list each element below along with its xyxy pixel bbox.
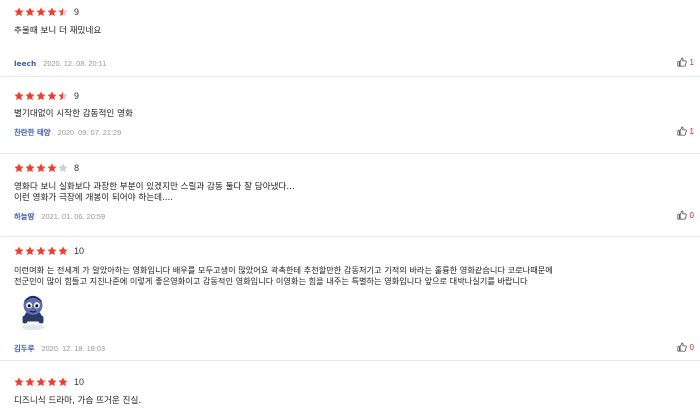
star-icon: [58, 91, 68, 101]
thumbs-up-icon: [677, 126, 687, 136]
review-meta: 찬란한 태양 2020. 09. 07. 21:29: [14, 127, 121, 138]
star-rating: [14, 377, 69, 387]
review-item: 9 추울때 보니 더 재밌네요 leech 2020. 12. 08. 20:1…: [0, 6, 700, 77]
thumbs-up-icon: [677, 342, 687, 352]
review-item: 10 디즈니식 드라마, 가슴 뜨거운 진실.: [0, 376, 700, 410]
review-text: 별기대없이 시작한 감동적인 영화: [14, 109, 133, 119]
star-icon: [14, 377, 24, 387]
star-icon: [58, 377, 68, 387]
star-icon: [14, 91, 24, 101]
username-link[interactable]: 김두루: [14, 343, 34, 354]
star-icon: [36, 246, 46, 256]
star-icon: [47, 163, 57, 173]
review-meta: leech 2020. 12. 08. 20:11: [14, 59, 106, 68]
star-rating: [14, 163, 69, 173]
rating-score: 9: [74, 7, 80, 17]
star-icon: [47, 7, 57, 17]
rating: 9: [14, 90, 700, 102]
character-sticker: [14, 293, 52, 331]
rating-score: 10: [74, 377, 85, 387]
star-icon: [36, 163, 46, 173]
like-count: 0: [689, 210, 694, 220]
review-list: 9 추울때 보니 더 재밌네요 leech 2020. 12. 08. 20:1…: [0, 0, 700, 410]
like-count: 0: [689, 342, 694, 352]
rating-score: 8: [74, 163, 80, 173]
review-date: 2020. 09. 07. 21:29: [57, 128, 122, 137]
rating: 10: [14, 376, 700, 388]
star-rating: [14, 91, 69, 101]
review-item: 10 이런여화 는 전세계 가 알았아하는 영화입니다 배우를 모두고생이 많았…: [0, 245, 700, 361]
review-text: 디즈니식 드라마, 가슴 뜨거운 진실.: [14, 396, 142, 406]
star-icon: [25, 163, 35, 173]
star-icon: [58, 163, 68, 173]
review-text: 추울때 보니 더 재밌네요: [14, 26, 102, 36]
star-icon: [58, 246, 68, 256]
rating-score: 10: [74, 246, 85, 256]
review-item: 8 영화다 보니 실화보다 과장한 부분이 있겠지만 스릴과 감동 둘다 잘 담…: [0, 162, 700, 237]
star-icon: [14, 7, 24, 17]
rating: 8: [14, 162, 700, 174]
review-date: 2021. 01. 06. 20:59: [41, 212, 106, 221]
star-icon: [36, 377, 46, 387]
rating: 9: [14, 6, 700, 18]
star-icon: [47, 246, 57, 256]
star-icon: [25, 246, 35, 256]
star-rating: [14, 7, 69, 17]
star-icon: [14, 246, 24, 256]
thumbs-up-icon: [677, 57, 687, 67]
like-button[interactable]: 0: [677, 342, 694, 352]
star-icon: [47, 91, 57, 101]
star-icon: [36, 7, 46, 17]
like-count: 1: [689, 57, 694, 67]
review-text: 영화다 보니 실화보다 과장한 부분이 있겠지만 스릴과 감동 둘다 잘 담아냈…: [14, 182, 295, 203]
like-count: 1: [689, 126, 694, 136]
star-icon: [25, 91, 35, 101]
star-icon: [14, 163, 24, 173]
star-icon: [25, 7, 35, 17]
star-rating: [14, 246, 69, 256]
star-icon: [58, 7, 68, 17]
username-link[interactable]: 하늘땅: [14, 211, 34, 222]
rating-score: 9: [74, 91, 80, 101]
review-item: 9 별기대없이 시작한 감동적인 영화 찬란한 태양 2020. 09. 07.…: [0, 90, 700, 154]
review-meta: 하늘땅 2021. 01. 06. 20:59: [14, 211, 105, 222]
like-button[interactable]: 0: [677, 210, 694, 220]
review-text: 이런여화 는 전세계 가 알았아하는 영화입니다 배우를 모두고생이 많았어요 …: [14, 265, 553, 286]
review-date: 2020. 12. 08. 20:11: [43, 59, 107, 68]
like-button[interactable]: 1: [677, 57, 694, 67]
username-link[interactable]: leech: [14, 59, 36, 68]
review-date: 2020. 12. 18. 18:03: [41, 344, 106, 353]
review-meta: 김두루 2020. 12. 18. 18:03: [14, 343, 105, 354]
star-icon: [36, 91, 46, 101]
rating: 10: [14, 245, 700, 257]
star-icon: [47, 377, 57, 387]
username-link[interactable]: 찬란한 태양: [14, 127, 51, 138]
thumbs-up-icon: [677, 210, 687, 220]
star-icon: [25, 377, 35, 387]
like-button[interactable]: 1: [677, 126, 694, 136]
